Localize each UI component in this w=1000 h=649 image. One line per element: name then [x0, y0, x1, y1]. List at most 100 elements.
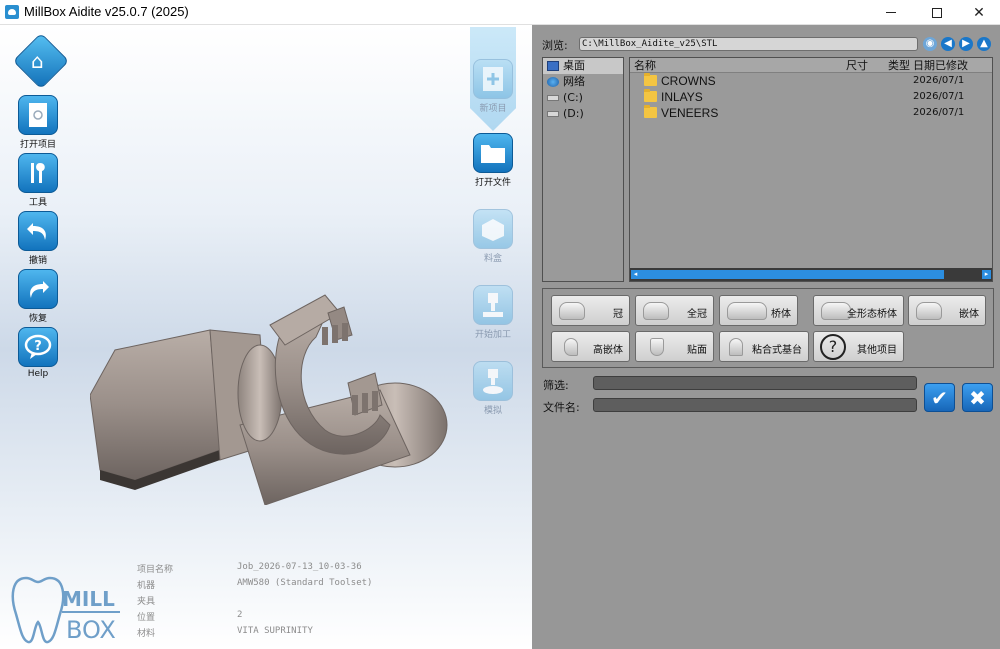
- crown-label: 冠: [613, 309, 623, 320]
- forward-arrow-icon[interactable]: ▶: [959, 37, 973, 51]
- tree-item-desktop[interactable]: 桌面: [543, 58, 623, 74]
- file-row[interactable]: VENEERS 2026/07/1: [630, 105, 992, 121]
- drive-icon: [547, 95, 559, 101]
- open-file-icon: [473, 133, 513, 173]
- column-type[interactable]: 类型: [888, 58, 910, 73]
- full-crown-label: 全冠: [687, 309, 707, 320]
- scroll-right-icon[interactable]: ▸: [982, 270, 991, 279]
- desktop-icon: [547, 61, 559, 71]
- undo-button[interactable]: 撤销: [8, 211, 68, 266]
- network-icon: [547, 77, 559, 87]
- job-info-value: VITA SUPRINITY: [237, 626, 313, 636]
- crown-icon: [559, 302, 585, 320]
- column-size[interactable]: 尺寸: [846, 58, 868, 73]
- full-anatomic-bridge-label: 全形态桥体: [847, 309, 897, 320]
- simulation-label: 模拟: [483, 406, 502, 416]
- horizontal-scrollbar[interactable]: ◂ ▸: [630, 268, 992, 281]
- job-info-row: 机器 AMW580 (Standard Toolset): [137, 578, 497, 594]
- inlay-label: 嵌体: [959, 309, 979, 320]
- redo-icon: [18, 269, 58, 309]
- home-button[interactable]: ⌂: [12, 32, 70, 90]
- job-info-value: 2: [237, 610, 243, 620]
- full-anatomic-bridge-button[interactable]: 全形态桥体: [813, 295, 904, 326]
- home-icon: ⌂: [31, 49, 44, 73]
- bridge-label: 桥体: [771, 309, 791, 320]
- file-name: VENEERS: [661, 106, 719, 120]
- bonded-abutment-label: 粘合式基台: [752, 345, 802, 356]
- bridge-button[interactable]: 桥体: [719, 295, 798, 326]
- bonded-abutment-button[interactable]: 粘合式基台: [719, 331, 809, 362]
- folder-icon: [644, 105, 657, 118]
- close-button[interactable]: ✕: [956, 0, 1000, 25]
- simulation-icon: [473, 361, 513, 401]
- tree-item-drive-c[interactable]: (C:): [543, 90, 623, 106]
- other-items-button[interactable]: ? 其他项目: [813, 331, 904, 362]
- new-project-button[interactable]: 新项目: [466, 59, 520, 114]
- open-project-icon: [18, 95, 58, 135]
- tree-item-drive-d[interactable]: (D:): [543, 106, 623, 122]
- job-info-row: 位置 2: [137, 610, 497, 626]
- file-row[interactable]: CROWNS 2026/07/1: [630, 73, 992, 89]
- open-project-button[interactable]: 打开项目: [8, 95, 68, 150]
- path-input[interactable]: C:\MillBox_Aidite_v25\STL: [579, 37, 918, 51]
- job-info-row: 项目名称 Job_2026-07-13_10-03-36: [137, 562, 497, 578]
- simulation-button[interactable]: 模拟: [466, 361, 520, 416]
- cancel-button[interactable]: ✖: [962, 383, 993, 412]
- tree-item-network[interactable]: 网络: [543, 74, 623, 90]
- job-info-row: 材料 VITA SUPRINITY: [137, 626, 497, 642]
- folder-tree[interactable]: 桌面 网络 (C:) (D:): [542, 57, 624, 282]
- checkmark-icon: ✔: [931, 385, 948, 410]
- new-project-icon: [473, 59, 513, 99]
- confirm-button[interactable]: ✔: [924, 383, 955, 412]
- job-info-key: 材料: [137, 629, 156, 639]
- column-modified[interactable]: 日期已修改: [913, 58, 968, 73]
- undo-label: 撤销: [28, 256, 47, 266]
- minimize-button[interactable]: [868, 0, 914, 25]
- restoration-type-group: 冠 全冠 桥体 全形态桥体 嵌体 高嵌体 贴面 粘合式基台 ? 其他项目: [542, 288, 994, 368]
- other-items-label: 其他项目: [857, 345, 897, 356]
- file-list[interactable]: 名称 尺寸 类型 日期已修改 CROWNS 2026/07/1 INLAYS 2…: [629, 57, 993, 282]
- veneer-label: 贴面: [687, 345, 707, 356]
- full-crown-button[interactable]: 全冠: [635, 295, 714, 326]
- eye-icon[interactable]: ◉: [923, 37, 937, 51]
- redo-label: 恢复: [28, 314, 47, 324]
- start-machining-button[interactable]: 开始加工: [466, 285, 520, 340]
- crown-button[interactable]: 冠: [551, 295, 630, 326]
- tree-item-label: (C:): [563, 91, 583, 104]
- tools-button[interactable]: 工具: [8, 153, 68, 208]
- tools-label: 工具: [28, 198, 47, 208]
- tools-icon: [18, 153, 58, 193]
- scroll-left-icon[interactable]: ◂: [631, 270, 640, 279]
- onlay-label: 高嵌体: [593, 345, 623, 356]
- title-bar: MillBox Aidite v25.0.7 (2025) ✕: [0, 0, 1000, 25]
- drive-icon: [547, 111, 559, 117]
- back-arrow-icon[interactable]: ◀: [941, 37, 955, 51]
- tree-item-label: 网络: [563, 75, 585, 88]
- file-name: CROWNS: [661, 74, 716, 88]
- svg-text:?: ?: [34, 339, 42, 354]
- up-arrow-icon[interactable]: ▲: [977, 37, 991, 51]
- question-icon: ?: [820, 334, 846, 360]
- maximize-button[interactable]: [914, 0, 960, 25]
- material-box-button[interactable]: 料盒: [466, 209, 520, 264]
- 3d-viewport[interactable]: ⌂ 打开项目 工具 撤销 恢复 ? Help 新项目 打开文件 料盒 开始加工 …: [0, 25, 532, 649]
- undo-icon: [18, 211, 58, 251]
- open-project-label: 打开项目: [19, 140, 56, 150]
- column-name[interactable]: 名称: [634, 58, 656, 73]
- folder-icon: [644, 89, 657, 102]
- logo-line1: MILL: [62, 587, 115, 611]
- browse-label: 浏览:: [542, 39, 568, 52]
- filename-input[interactable]: [593, 398, 917, 412]
- open-file-button[interactable]: 打开文件: [466, 133, 520, 188]
- inlay-button[interactable]: 嵌体: [908, 295, 986, 326]
- file-row[interactable]: INLAYS 2026/07/1: [630, 89, 992, 105]
- onlay-button[interactable]: 高嵌体: [551, 331, 630, 362]
- veneer-button[interactable]: 贴面: [635, 331, 714, 362]
- maximize-icon: [932, 7, 942, 18]
- redo-button[interactable]: 恢复: [8, 269, 68, 324]
- help-button[interactable]: ? Help: [8, 327, 68, 379]
- scrollbar-thumb[interactable]: [640, 270, 944, 279]
- filter-input[interactable]: [593, 376, 917, 390]
- start-machining-icon: [473, 285, 513, 325]
- full-crown-icon: [643, 302, 669, 320]
